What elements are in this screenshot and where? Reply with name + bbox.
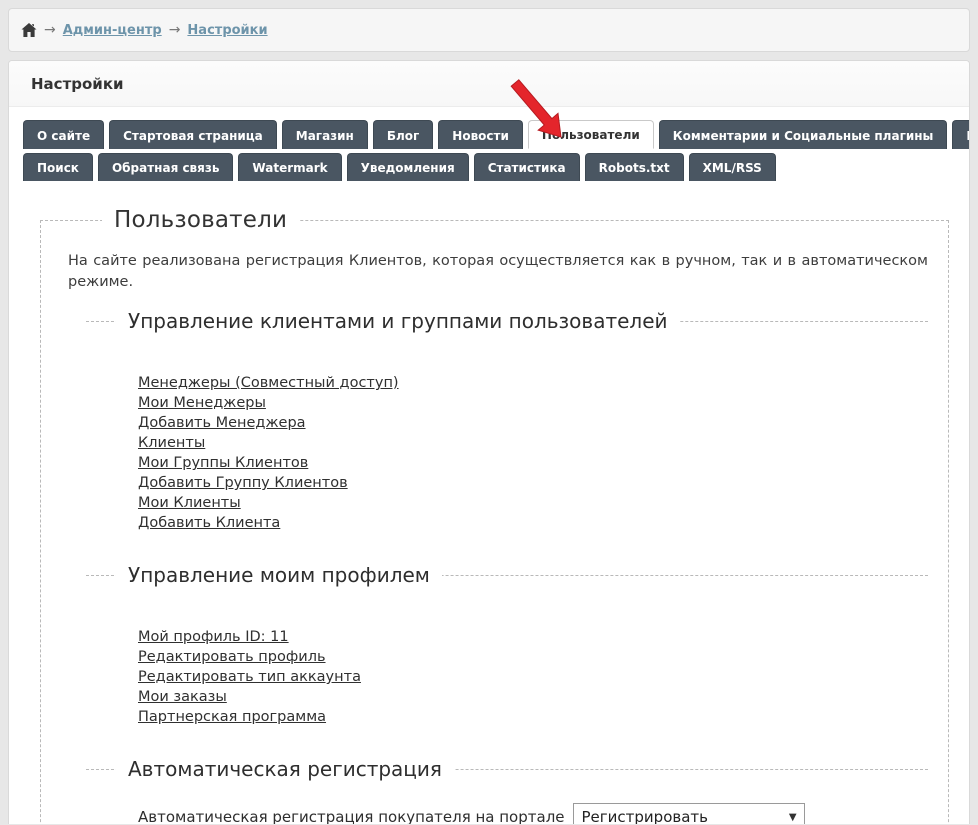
section-legend: Автоматическая регистрация <box>116 757 454 781</box>
auto-registration-row: Автоматическая регистрация покупателя на… <box>138 803 928 824</box>
tab[interactable]: Почта <box>952 120 970 149</box>
link[interactable]: Клиенты <box>138 433 205 453</box>
tabs-area: О сайте Стартовая страница Магазин Блог … <box>9 107 969 181</box>
auto-registration-select[interactable]: Регистрировать ▼ <box>573 803 805 824</box>
intro-text: На сайте реализована регистрация Клиенто… <box>68 251 928 293</box>
breadcrumb-link-settings[interactable]: Настройки <box>187 23 267 38</box>
tab[interactable]: XML/RSS <box>689 153 776 181</box>
tab[interactable]: Обратная связь <box>98 153 233 181</box>
tab[interactable]: Уведомления <box>347 153 469 181</box>
tab[interactable]: Стартовая страница <box>109 120 277 149</box>
link[interactable]: Мой профиль ID: 11 <box>138 627 289 647</box>
tab-row-1: О сайте Стартовая страница Магазин Блог … <box>17 120 961 149</box>
tab[interactable]: Комментарии и Социальные плагины <box>659 120 948 149</box>
link[interactable]: Редактировать тип аккаунта <box>138 667 361 687</box>
chevron-down-icon: ▼ <box>789 812 797 823</box>
breadcrumb-separator: → <box>44 22 56 38</box>
link[interactable]: Добавить Менеджера <box>138 413 306 433</box>
users-fieldset-legend: Пользователи <box>102 207 299 233</box>
section-legend: Управление клиентами и группами пользова… <box>116 309 680 333</box>
tab[interactable]: О сайте <box>23 120 104 149</box>
tab-content: Пользователи На сайте реализована регист… <box>9 185 969 824</box>
tab[interactable]: Блог <box>373 120 433 149</box>
link[interactable]: Мои Менеджеры <box>138 393 266 413</box>
tab[interactable]: Магазин <box>282 120 368 149</box>
breadcrumb: → Админ-центр → Настройки <box>8 8 970 52</box>
tab-row-2: Поиск Обратная связь Watermark Уведомлен… <box>17 153 961 181</box>
breadcrumb-separator: → <box>169 22 181 38</box>
section-legend: Управление моим профилем <box>116 563 442 587</box>
tab[interactable]: Robots.txt <box>585 153 684 181</box>
link[interactable]: Мои Клиенты <box>138 493 241 513</box>
clients-links: Менеджеры (Совместный доступ) Мои Менедж… <box>86 333 928 533</box>
link[interactable]: Партнерская программа <box>138 707 326 727</box>
link[interactable]: Редактировать профиль <box>138 647 326 667</box>
tab[interactable]: Статистика <box>474 153 580 181</box>
page-title: Настройки <box>9 61 969 107</box>
tab[interactable]: Watermark <box>238 153 341 181</box>
select-value: Регистрировать <box>582 808 708 824</box>
auto-registration-label: Автоматическая регистрация покупателя на… <box>138 808 565 824</box>
settings-panel: Настройки О сайте Стартовая страница Маг… <box>8 60 970 824</box>
auto-registration-section: Автоматическая регистрация Автоматическа… <box>86 757 928 824</box>
breadcrumb-link-admin-center[interactable]: Админ-центр <box>63 23 162 38</box>
profile-links: Мой профиль ID: 11 Редактировать профиль… <box>86 587 928 727</box>
tab[interactable]: Новости <box>438 120 523 149</box>
link[interactable]: Менеджеры (Совместный доступ) <box>138 373 399 393</box>
link[interactable]: Добавить Группу Клиентов <box>138 473 348 493</box>
users-fieldset: Пользователи На сайте реализована регист… <box>40 207 949 824</box>
link[interactable]: Мои Группы Клиентов <box>138 453 308 473</box>
tab[interactable]: Поиск <box>23 153 93 181</box>
profile-management-section: Управление моим профилем Мой профиль ID:… <box>86 563 928 727</box>
link[interactable]: Добавить Клиента <box>138 513 280 533</box>
tab[interactable]: Пользователи <box>528 120 654 149</box>
link[interactable]: Мои заказы <box>138 687 227 707</box>
clients-management-section: Управление клиентами и группами пользова… <box>86 309 928 533</box>
home-icon[interactable] <box>21 23 37 38</box>
